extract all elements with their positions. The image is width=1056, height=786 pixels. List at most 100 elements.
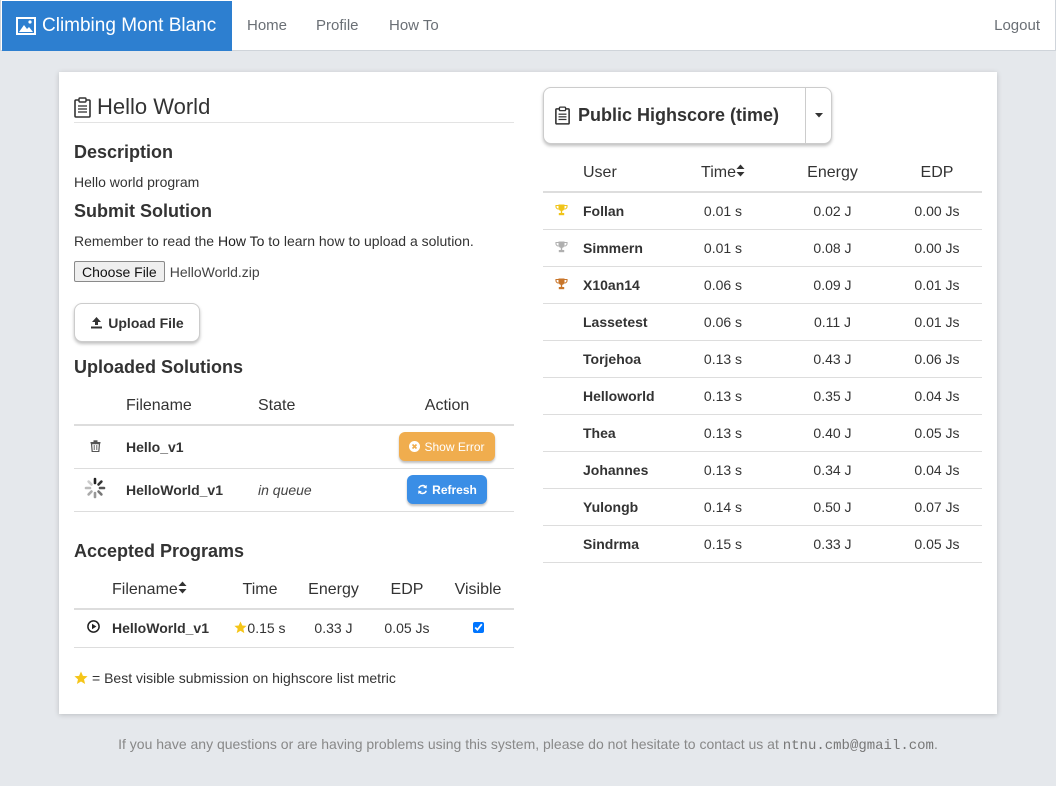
column-header-time: Time — [225, 572, 295, 610]
refresh-button[interactable]: Refresh — [407, 475, 487, 504]
highscore-button[interactable]: Public Highscore (time) — [544, 88, 806, 143]
highscore-energy: 0.34 J — [773, 451, 892, 489]
play-cell — [74, 609, 112, 648]
star-icon — [74, 671, 88, 685]
highscore-time: 0.13 s — [673, 414, 773, 452]
highscore-button-label: Public Highscore (time) — [578, 105, 780, 125]
highscore-dropdown-toggle[interactable] — [806, 88, 831, 143]
table-header-row: Filename Time Energy EDP Visible — [74, 572, 514, 610]
howto-reminder: Remember to read the How To to learn how… — [74, 233, 474, 249]
column-header-edp: EDP — [892, 154, 982, 193]
highscore-row: X10an14 0.06 s 0.09 J 0.01 Js — [543, 266, 982, 304]
rank-icon-cell — [543, 229, 583, 267]
column-header-time[interactable]: Time — [673, 154, 773, 193]
rank-icon-cell — [543, 266, 583, 304]
column-header-action: Action — [380, 388, 514, 426]
highscore-edp: 0.05 Js — [892, 414, 982, 452]
column-header-play — [74, 572, 112, 610]
best-submission-note: = Best visible submission on highscore l… — [74, 670, 396, 686]
footer-text: If you have any questions or are having … — [118, 736, 783, 752]
visible-checkbox[interactable] — [472, 622, 484, 634]
action-cell: Refresh — [380, 468, 514, 512]
table-row: Hello_v1 Show Error — [74, 425, 514, 469]
uploaded-heading: Uploaded Solutions — [74, 357, 243, 377]
nav-how-to[interactable]: How To — [389, 17, 439, 34]
highscore-energy: 0.09 J — [773, 266, 892, 304]
times-circle-icon — [409, 441, 421, 453]
howto-link[interactable]: How To — [218, 233, 264, 249]
trash-icon[interactable] — [90, 440, 101, 452]
clipboard-icon — [555, 106, 570, 125]
row-icon-cell — [74, 425, 126, 469]
highscore-time: 0.01 s — [673, 229, 773, 267]
spinner-icon — [84, 477, 106, 499]
nav-home[interactable]: Home — [247, 17, 287, 34]
nav-logout[interactable]: Logout — [994, 17, 1040, 34]
sort-icon — [178, 581, 187, 594]
choose-file-button[interactable]: Choose File — [74, 261, 165, 282]
play-circle-icon[interactable] — [86, 620, 100, 634]
highscore-row: Yulongb 0.14 s 0.50 J 0.07 Js — [543, 488, 982, 526]
rank-icon-cell — [543, 303, 583, 341]
nav-profile[interactable]: Profile — [316, 17, 359, 34]
trophy-icon — [554, 241, 568, 252]
uploaded-table: Filename State Action Hello_v1 Show Erro… — [74, 388, 514, 512]
description-heading: Description — [74, 142, 174, 162]
landscape-icon — [16, 17, 36, 35]
refresh-label: Refresh — [432, 482, 477, 497]
highscore-row: Sindrma 0.15 s 0.33 J 0.05 Js — [543, 525, 982, 563]
note-text: = Best visible submission on highscore l… — [92, 670, 396, 686]
highscore-edp: 0.01 Js — [892, 266, 982, 304]
highscore-energy: 0.08 J — [773, 229, 892, 267]
highscore-time: 0.13 s — [673, 377, 773, 415]
upload-file-button[interactable]: Upload File — [74, 303, 200, 342]
challenge-title: Hello World — [97, 94, 211, 119]
column-header-energy: Energy — [295, 572, 372, 610]
highscore-time: 0.06 s — [673, 303, 773, 341]
table-header-row: Filename State Action — [74, 388, 514, 426]
highscore-energy: 0.43 J — [773, 340, 892, 378]
highscore-user: Torjehoa — [583, 340, 673, 378]
main-card: Hello World Description Hello world prog… — [59, 72, 997, 714]
solution-state — [258, 425, 380, 469]
description-text: Hello world program — [74, 174, 200, 190]
program-energy: 0.33 J — [295, 609, 372, 648]
column-header-energy: Energy — [773, 154, 892, 193]
highscore-edp: 0.07 Js — [892, 488, 982, 526]
rank-icon-cell — [543, 192, 583, 230]
column-header-user: User — [583, 154, 673, 193]
highscore-row: Helloworld 0.13 s 0.35 J 0.04 Js — [543, 377, 982, 415]
program-time: 0.15 s — [247, 620, 286, 637]
time-header-label: Time — [701, 163, 736, 181]
accepted-heading: Accepted Programs — [74, 541, 245, 561]
brand-link[interactable]: Climbing Mont Blanc — [2, 1, 232, 51]
selected-file-name: HelloWorld.zip — [169, 263, 260, 280]
highscore-energy: 0.50 J — [773, 488, 892, 526]
footer-end: . — [933, 736, 938, 752]
sort-icon — [736, 164, 745, 176]
highscore-time: 0.06 s — [673, 266, 773, 304]
highscore-time: 0.14 s — [673, 488, 773, 526]
upload-icon — [91, 317, 103, 329]
highscore-edp: 0.00 Js — [892, 229, 982, 267]
program-edp: 0.05 Js — [372, 609, 442, 648]
brand-title: Climbing Mont Blanc — [42, 15, 217, 36]
solution-filename: HelloWorld_v1 — [126, 468, 258, 512]
highscore-user: Follan — [583, 192, 673, 230]
highscore-edp: 0.00 Js — [892, 192, 982, 230]
column-header-filename[interactable]: Filename — [112, 572, 225, 610]
highscore-energy: 0.35 J — [773, 377, 892, 415]
highscore-user: Simmern — [583, 229, 673, 267]
page-title: Hello World — [74, 92, 514, 123]
reminder-text-start: Remember to read the — [74, 233, 218, 249]
highscore-user: Lassetest — [583, 303, 673, 341]
highscore-row: Simmern 0.01 s 0.08 J 0.00 Js — [543, 229, 982, 267]
highscore-user: X10an14 — [583, 266, 673, 304]
highscore-energy: 0.33 J — [773, 525, 892, 563]
solution-filename: Hello_v1 — [126, 425, 258, 469]
show-error-button[interactable]: Show Error — [399, 432, 495, 462]
contact-email[interactable]: ntnu.cmb@gmail.com — [783, 738, 934, 754]
submit-heading: Submit Solution — [74, 201, 212, 221]
highscore-time: 0.15 s — [673, 525, 773, 563]
program-time-cell: 0.15 s — [225, 609, 295, 648]
